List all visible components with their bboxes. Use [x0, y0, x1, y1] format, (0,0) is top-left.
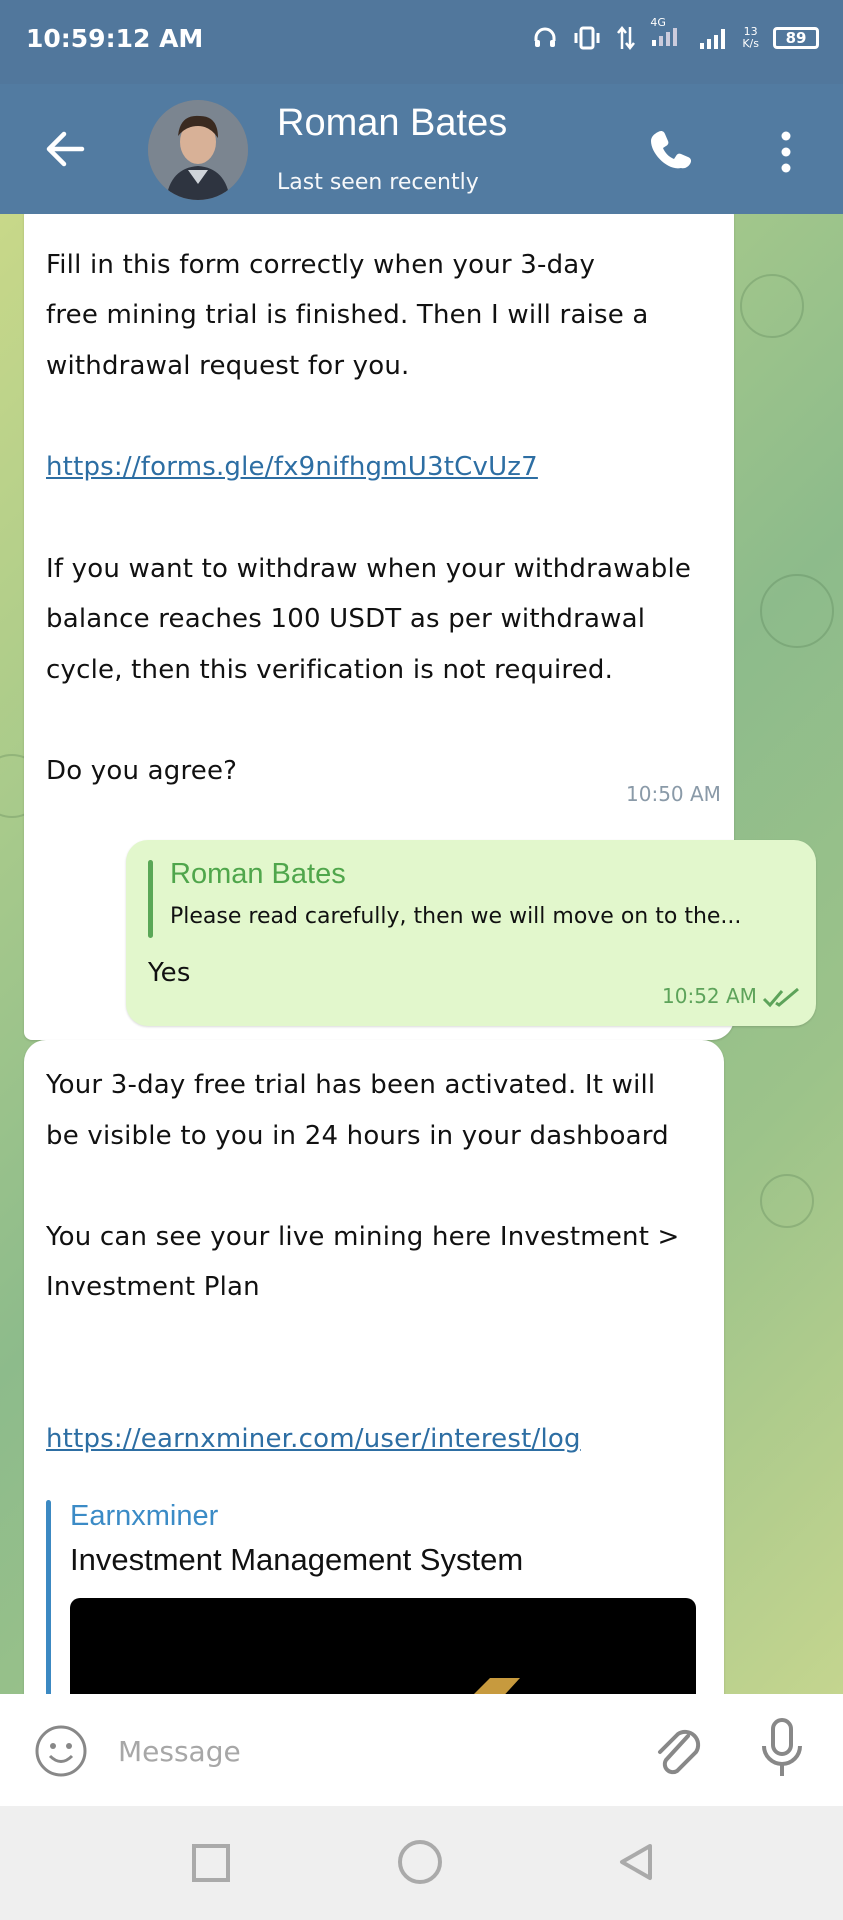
headset-icon: [534, 27, 556, 47]
message-line: cycle, then this verification is not req…: [46, 655, 614, 685]
incoming-message[interactable]: Your 3-day free trial has been activated…: [24, 1040, 724, 1694]
message-line: be visible to you in 24 hours in your da…: [46, 1121, 669, 1151]
network-type: 4G: [650, 16, 684, 54]
link-preview-image[interactable]: [70, 1598, 696, 1694]
link-preview-site[interactable]: Earnxminer: [70, 1500, 218, 1533]
link-preview-title[interactable]: Investment Management System: [70, 1542, 523, 1578]
contact-name[interactable]: Roman Bates: [277, 102, 507, 145]
network-speed: 13 K/s: [742, 26, 759, 50]
dashboard-link[interactable]: https://earnxminer.com/user/interest/log: [46, 1424, 581, 1454]
message-time: 10:50 AM: [626, 782, 721, 806]
speed-unit: K/s: [742, 37, 759, 50]
avatar-image: [148, 100, 248, 200]
status-time: 10:59:12 AM: [26, 24, 204, 53]
network-label: 4G: [650, 16, 666, 29]
reply-preview[interactable]: Please read carefully, then we will move…: [170, 904, 741, 929]
outgoing-message[interactable]: Roman Bates Please read carefully, then …: [126, 840, 816, 1026]
message-line: You can see your live mining here Invest…: [46, 1222, 680, 1252]
message-input[interactable]: [116, 1722, 620, 1780]
system-nav-bar: [0, 1806, 843, 1920]
vibrate-icon: [574, 26, 600, 50]
message-time: 10:52 AM: [662, 984, 757, 1008]
reply-sender: Roman Bates: [170, 858, 346, 890]
battery-level: 89: [785, 29, 807, 47]
message-line: free mining trial is finished. Then I wi…: [46, 300, 649, 330]
message-line: balance reaches 100 USDT as per withdraw…: [46, 604, 646, 634]
paperclip-icon[interactable]: [648, 1718, 704, 1782]
chat-header: Roman Bates Last seen recently: [0, 84, 843, 214]
recents-button[interactable]: [192, 1844, 230, 1882]
home-button[interactable]: [398, 1840, 442, 1884]
message-line: Fill in this form correctly when your 3-…: [46, 250, 596, 280]
double-check-icon: [762, 987, 799, 1008]
contact-status: Last seen recently: [277, 170, 479, 195]
reply-quote-bar: [148, 860, 153, 938]
wallpaper-doodle: [760, 574, 834, 648]
message-line: Investment Plan: [46, 1272, 260, 1302]
more-vertical-icon[interactable]: [770, 128, 802, 176]
signal-icon-2: [700, 29, 726, 49]
message-line: Do you agree?: [46, 756, 238, 786]
message-line: withdrawal request for you.: [46, 351, 410, 381]
earnxminer-logo: [474, 1678, 520, 1694]
message-text: Yes: [148, 958, 191, 988]
wallpaper-doodle: [740, 274, 804, 338]
avatar[interactable]: [148, 100, 248, 200]
status-icons: 4G 13 K/s 89: [532, 16, 819, 54]
data-arrows-icon: [617, 25, 636, 51]
status-bar: 10:59:12 AM 4G 13 K/s 89: [0, 0, 843, 84]
back-arrow-icon[interactable]: [42, 126, 88, 172]
phone-icon[interactable]: [648, 126, 696, 174]
microphone-icon[interactable]: [758, 1716, 806, 1780]
link-preview-bar: [46, 1500, 51, 1694]
message-line: If you want to withdraw when your withdr…: [46, 554, 692, 584]
message-line: Your 3-day free trial has been activated…: [46, 1070, 656, 1100]
wallpaper-doodle: [760, 1174, 814, 1228]
emoji-icon[interactable]: [34, 1724, 88, 1778]
battery-icon: 89: [773, 27, 819, 49]
chat-area[interactable]: Fill in this form correctly when your 3-…: [0, 214, 843, 1694]
form-link[interactable]: https://forms.gle/fx9nifhgmU3tCvUz7: [46, 452, 538, 482]
back-triangle-icon[interactable]: [614, 1840, 658, 1884]
message-composer: [0, 1694, 843, 1806]
